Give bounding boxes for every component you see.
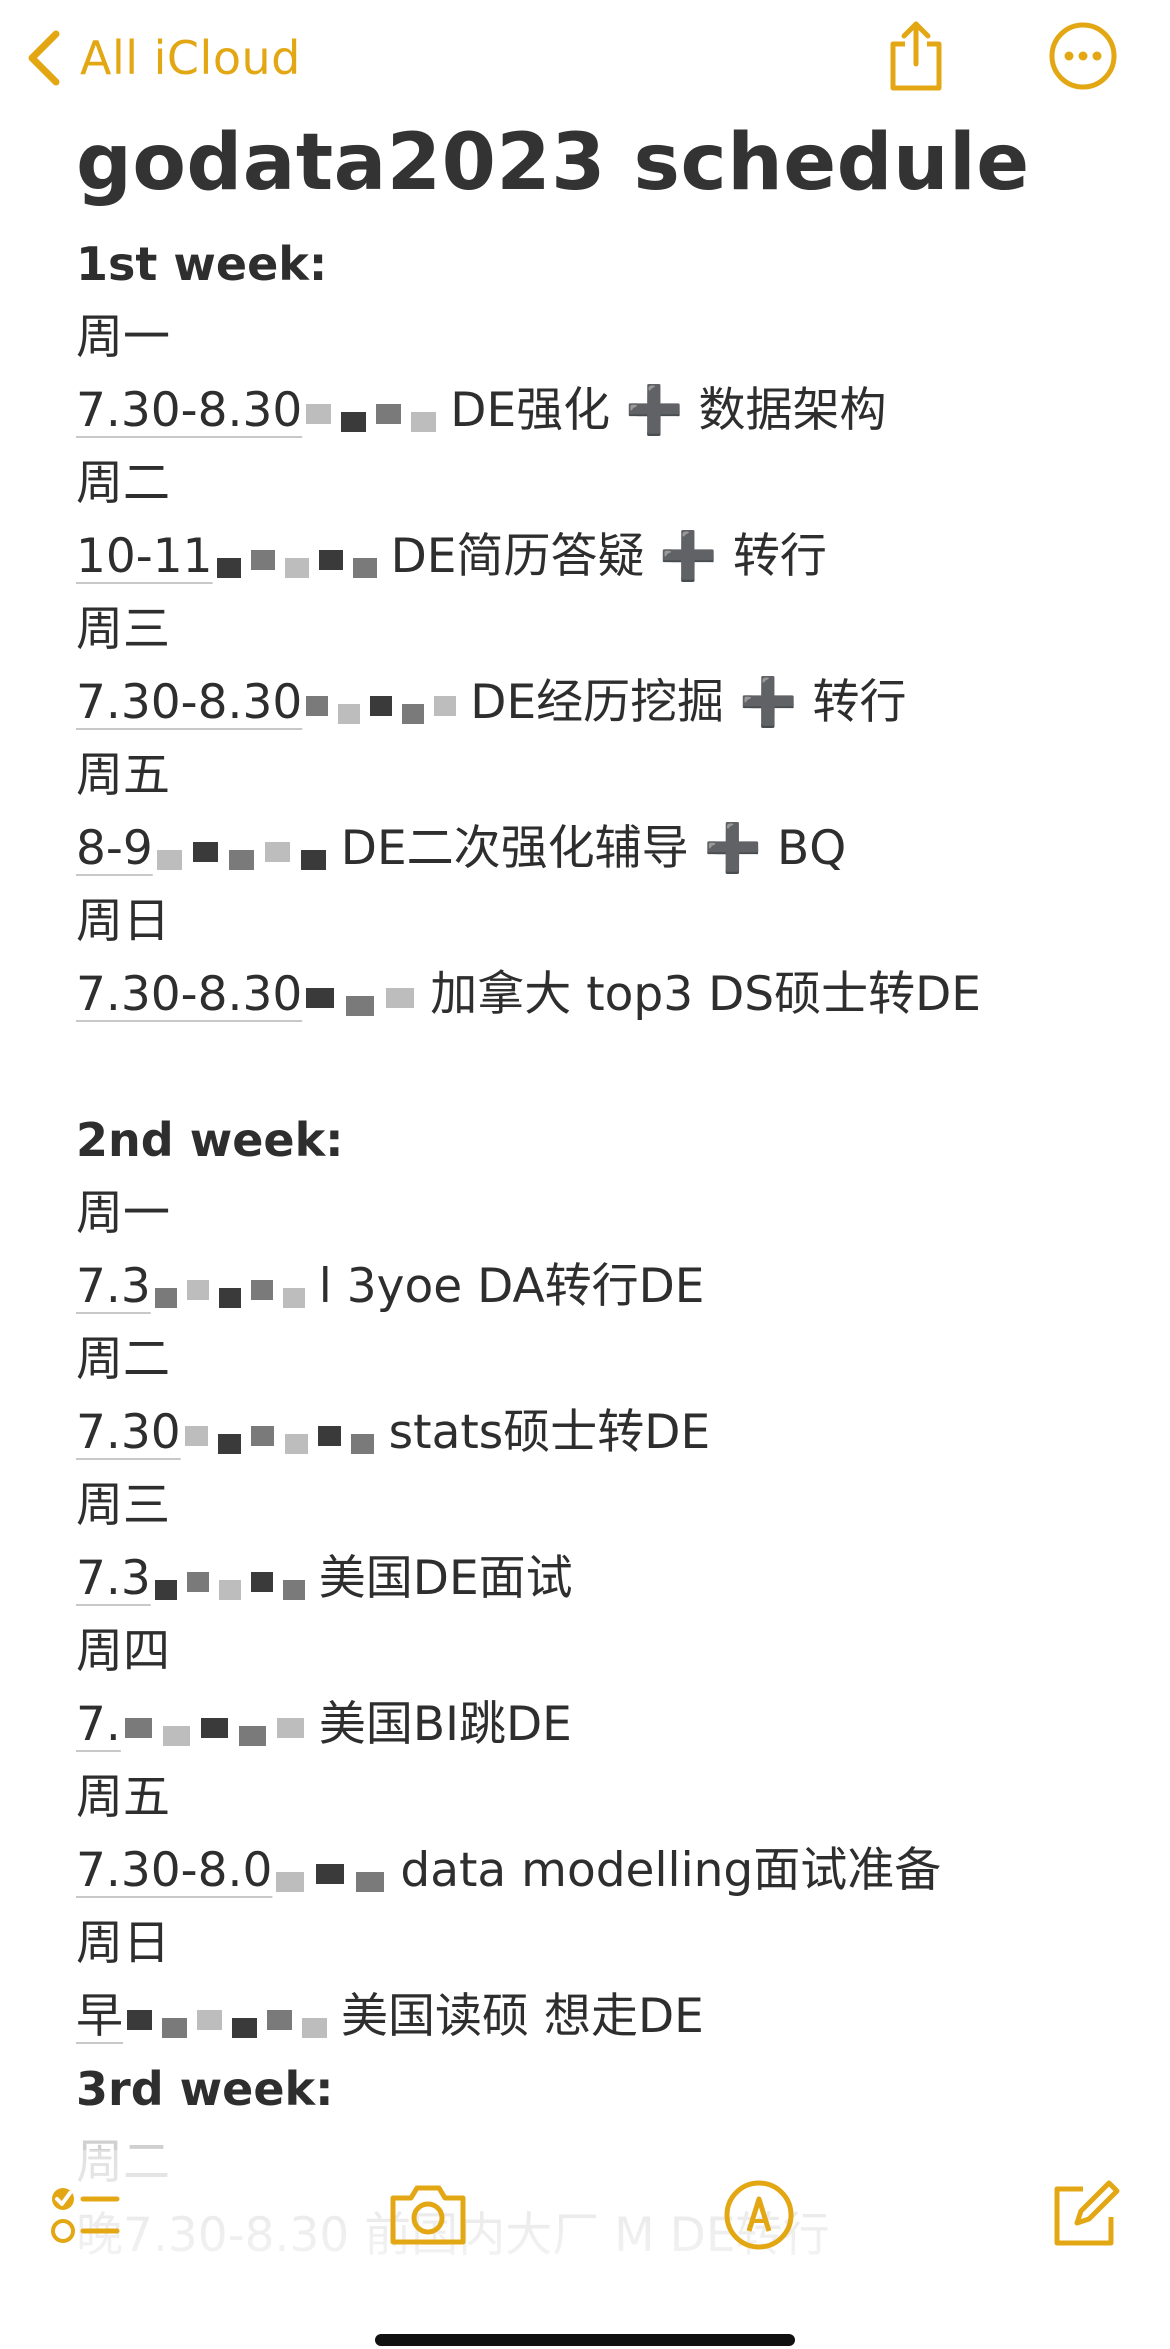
more-options-button[interactable] [1043, 16, 1123, 96]
note-title[interactable]: godata2023 schedule [76, 118, 1030, 208]
entry-time: 7.30-8.30 [76, 675, 303, 730]
schedule-entry: 10-11 DE简历答疑 ➕ 转行 [76, 520, 1136, 593]
schedule-entry: 早 美国读硕 想走DE [76, 1980, 1136, 2053]
compose-button[interactable] [1040, 2170, 1130, 2260]
weekday-label: 周五 [76, 1770, 170, 1825]
entry-description: DE经历挖掘 ➕ 转行 [470, 675, 907, 730]
weekday-label: 周一 [76, 1186, 170, 1241]
redacted-text [124, 1704, 315, 1752]
schedule-entry: 7.30 stats硕士转DE [76, 1396, 1136, 1469]
weekday-label: 周三 [76, 1478, 170, 1533]
redacted-text [276, 1850, 396, 1898]
camera-icon [390, 2185, 466, 2245]
week-heading: 2nd week: [76, 1113, 344, 1167]
schedule-entry: 8-9 DE二次强化辅导 ➕ BQ [76, 812, 1136, 885]
markup-icon [724, 2180, 794, 2250]
entry-time: 8-9 [76, 821, 153, 876]
redacted-text [156, 828, 337, 876]
entry-time: 7.3 [76, 1259, 151, 1314]
navigation-bar: All iCloud [0, 0, 1170, 120]
entry-time: 7.30-8.30 [76, 967, 303, 1022]
weekday-label: 周四 [76, 1624, 170, 1679]
entry-time: 7.30 [76, 1405, 181, 1460]
back-button[interactable]: All iCloud [24, 22, 301, 94]
schedule-entry: 7.30-8.0 data modelling面试准备 [76, 1834, 1136, 1907]
bottom-toolbar [0, 2150, 1170, 2290]
weekday-label: 周日 [76, 1916, 170, 1971]
week-heading: 1st week: [76, 237, 328, 291]
entry-time: 7.30-8.0 [76, 1843, 273, 1898]
entry-description: DE强化 ➕ 数据架构 [450, 383, 887, 438]
more-icon [1049, 22, 1117, 90]
entry-time: 7.30-8.30 [76, 383, 303, 438]
entry-description: l 3yoe DA转行DE [318, 1259, 705, 1314]
redacted-text [306, 682, 466, 730]
redacted-text [216, 536, 387, 584]
note-body[interactable]: 1st week: 周一 7.30-8.30 DE强化 ➕ 数据架构周二 10-11 DE… [76, 228, 1136, 2272]
entry-description: stats硕士转DE [388, 1405, 711, 1460]
entry-time: 10-11 [76, 529, 213, 584]
schedule-entry: 7.3 l 3yoe DA转行DE [76, 1250, 1136, 1323]
back-label: All iCloud [80, 31, 301, 85]
redacted-text [154, 1558, 315, 1606]
camera-button[interactable] [383, 2170, 473, 2260]
markup-button[interactable] [714, 2170, 804, 2260]
redacted-text [306, 974, 426, 1022]
share-icon [890, 21, 942, 91]
entry-time: 早 [76, 1989, 123, 2044]
weekday-label: 周五 [76, 748, 170, 803]
checklist-icon [51, 2188, 120, 2243]
entry-description: DE二次强化辅导 ➕ BQ [340, 821, 847, 876]
checklist-button[interactable] [40, 2170, 130, 2260]
entry-description: 加拿大 top3 DS硕士转DE [430, 967, 981, 1022]
weekday-label: 周日 [76, 894, 170, 949]
schedule-entry: 7.3 美国DE面试 [76, 1542, 1136, 1615]
schedule-entry: 7.30-8.30 DE强化 ➕ 数据架构 [76, 374, 1136, 447]
redacted-text [127, 1996, 337, 2044]
entry-time: 7. [76, 1697, 121, 1752]
home-indicator [375, 2334, 795, 2346]
schedule-entry: 7.30-8.30 加拿大 top3 DS硕士转DE [76, 958, 1136, 1031]
redacted-text [184, 1412, 385, 1460]
share-button[interactable] [876, 16, 956, 96]
schedule-entry: 7.30-8.30 DE经历挖掘 ➕ 转行 [76, 666, 1136, 739]
redacted-text [306, 390, 446, 438]
chevron-left-icon [28, 30, 60, 86]
entry-description: 美国DE面试 [318, 1551, 573, 1606]
weekday-label: 周一 [76, 310, 170, 365]
weekday-label: 周二 [76, 456, 170, 511]
entry-description: 美国读硕 想走DE [341, 1989, 704, 2044]
week-heading: 3rd week: [76, 2062, 334, 2116]
weekday-label: 周三 [76, 602, 170, 657]
entry-time: 7.3 [76, 1551, 151, 1606]
entry-description: 美国BI跳DE [318, 1697, 572, 1752]
weekday-label: 周二 [76, 1332, 170, 1387]
redacted-text [154, 1266, 315, 1314]
entry-description: data modelling面试准备 [400, 1843, 942, 1898]
compose-icon [1054, 2180, 1120, 2246]
entry-description: DE简历答疑 ➕ 转行 [390, 529, 827, 584]
schedule-entry: 7. 美国BI跳DE [76, 1688, 1136, 1761]
